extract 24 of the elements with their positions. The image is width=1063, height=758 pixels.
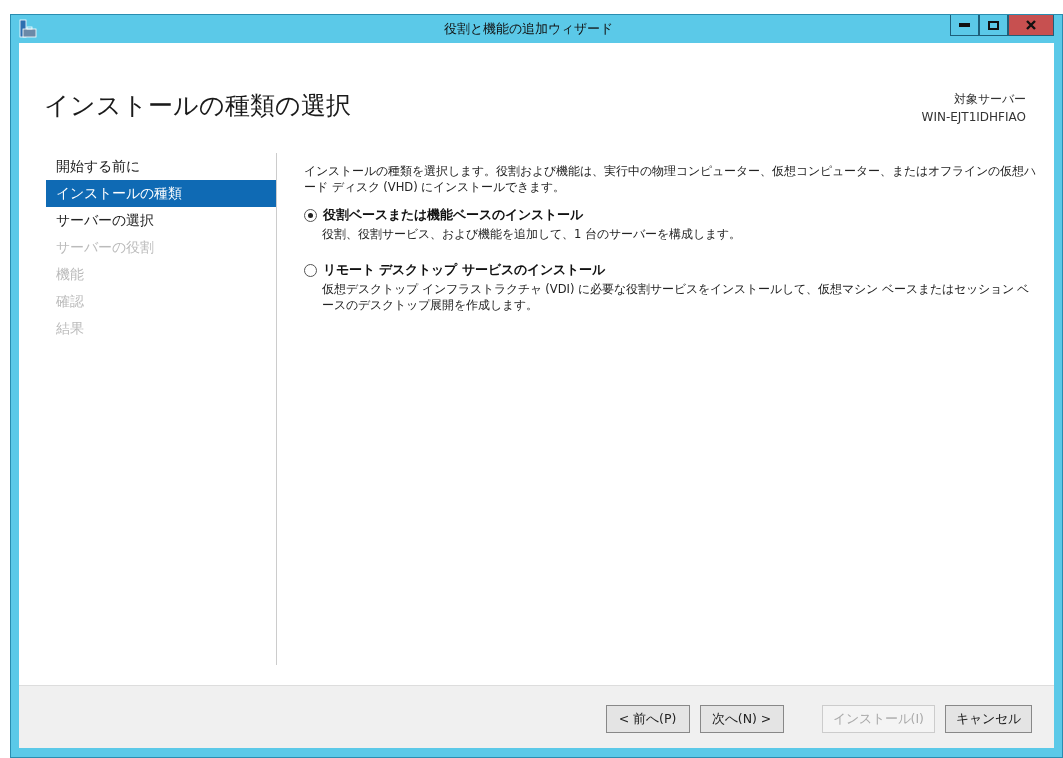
option-label[interactable]: リモート デスクトップ サービスのインストール: [323, 262, 605, 279]
option-label[interactable]: 役割ベースまたは機能ベースのインストール: [323, 207, 583, 224]
radio-button[interactable]: [304, 264, 317, 277]
wizard-button[interactable]: < 前へ(P): [605, 705, 690, 733]
minimize-icon: [959, 23, 970, 27]
server-toolbox-icon: [19, 19, 37, 39]
option-description: 役割、役割サービス、および機能を追加して、1 台のサーバーを構成します。: [321, 226, 742, 242]
target-server-name: WIN-EJT1IDHFIAO: [921, 110, 1026, 124]
wizard-step[interactable]: インストールの種類: [46, 180, 276, 207]
maximize-icon: [988, 20, 999, 30]
page-title: インストールの種類の選択: [44, 90, 351, 122]
wizard-button[interactable]: キャンセル: [945, 705, 1032, 733]
wizard-button[interactable]: 次へ(N) >: [699, 705, 784, 733]
close-button[interactable]: [1008, 15, 1054, 36]
maximize-button[interactable]: [979, 15, 1008, 36]
minimize-button[interactable]: [950, 15, 979, 36]
option-description: 仮想デスクトップ インフラストラクチャ (VDI) に必要な役割サービスをインストールして、仮想マシン ベースまたはセッション ベースのデスクトップ展開を作成します。: [321, 281, 1031, 313]
window-title: 役割と機能の追加ウィザード: [443, 20, 614, 38]
wizard-step[interactable]: サーバーの選択: [46, 207, 276, 234]
target-server-label: 対象サーバー: [954, 91, 1026, 108]
description-text: インストールの種類を選択します。役割および機能は、実行中の物理コンピューター、仮想コンピューター、またはオフラインの仮想ハード ディスク (VHD) にインストールできます。: [304, 163, 1037, 195]
close-icon: [1026, 20, 1036, 30]
radio-button[interactable]: [304, 209, 317, 222]
wizard-step[interactable]: 開始する前に: [46, 153, 276, 180]
